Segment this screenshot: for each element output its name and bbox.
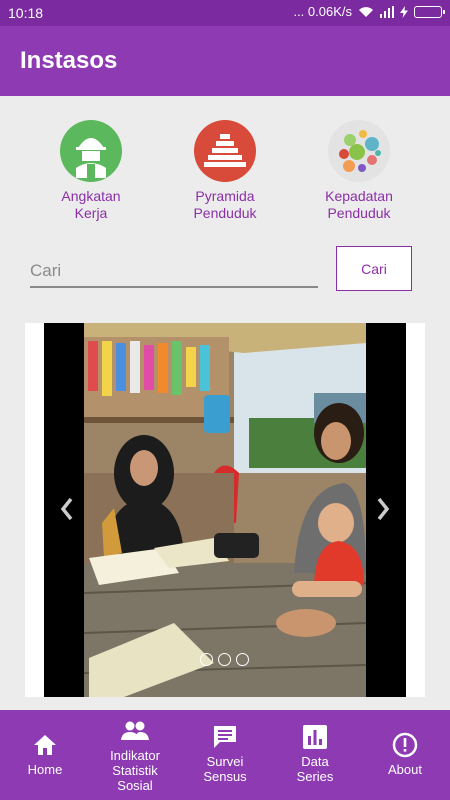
chart-icon (303, 725, 327, 749)
carousel-dot[interactable] (218, 653, 231, 666)
nav-survei-sensus[interactable]: Survei Sensus (180, 710, 270, 800)
feature-kepadatan-penduduk[interactable]: Kepadatan Penduduk (294, 120, 424, 222)
feature-angkatan-kerja[interactable]: Angkatan Kerja (26, 120, 156, 222)
status-indicators: ... 0.06K/s (293, 4, 445, 19)
carousel-indicators (200, 653, 249, 666)
carousel-photo (44, 323, 406, 697)
nav-label: Indikator Statistik Sosial (110, 748, 160, 793)
image-carousel[interactable] (25, 323, 425, 697)
carousel-prev-arrow[interactable] (55, 493, 79, 525)
nav-label: Survei Sensus (203, 754, 247, 784)
nav-indikator-statistik-sosial[interactable]: Indikator Statistik Sosial (90, 710, 180, 800)
wifi-icon (359, 6, 373, 17)
app-bar: Instasos (0, 26, 450, 96)
search-button[interactable]: Cari (336, 246, 412, 291)
feature-label: Kepadatan Penduduk (325, 188, 393, 221)
nav-home[interactable]: Home (0, 710, 90, 800)
feature-pyramida-penduduk[interactable]: Pyramida Penduduk (160, 120, 290, 222)
battery-icon (414, 5, 445, 18)
worker-icon (60, 120, 122, 182)
carousel-next-arrow[interactable] (371, 493, 395, 525)
nav-label: About (388, 762, 422, 777)
main-content: Angkatan Kerja Pyramida Penduduk Kepadat… (0, 96, 450, 710)
home-icon (34, 735, 56, 755)
info-icon (392, 732, 418, 758)
status-time: 10:18 (8, 5, 44, 21)
nav-label: Data Series (296, 754, 334, 784)
people-icon (121, 721, 149, 740)
density-bubbles-icon (328, 120, 390, 182)
nav-label: Home (27, 762, 63, 777)
signal-icon (380, 5, 394, 18)
network-speed: ... 0.06K/s (293, 4, 352, 19)
bottom-nav: Home Indikator Statistik Sosial Survei Sens… (0, 710, 450, 800)
status-bar: 10:18 ... 0.06K/s (0, 0, 450, 26)
feature-label: Angkatan Kerja (61, 188, 121, 221)
pyramid-icon (194, 120, 256, 182)
nav-about[interactable]: About (360, 710, 450, 800)
carousel-dot[interactable] (236, 653, 249, 666)
app-title: Instasos (20, 47, 118, 74)
nav-data-series[interactable]: Data Series (270, 710, 360, 800)
message-icon (214, 726, 236, 748)
carousel-dot[interactable] (200, 653, 213, 666)
charging-icon (400, 5, 408, 18)
feature-label: Pyramida Penduduk (193, 188, 257, 221)
search-input[interactable] (30, 256, 318, 288)
